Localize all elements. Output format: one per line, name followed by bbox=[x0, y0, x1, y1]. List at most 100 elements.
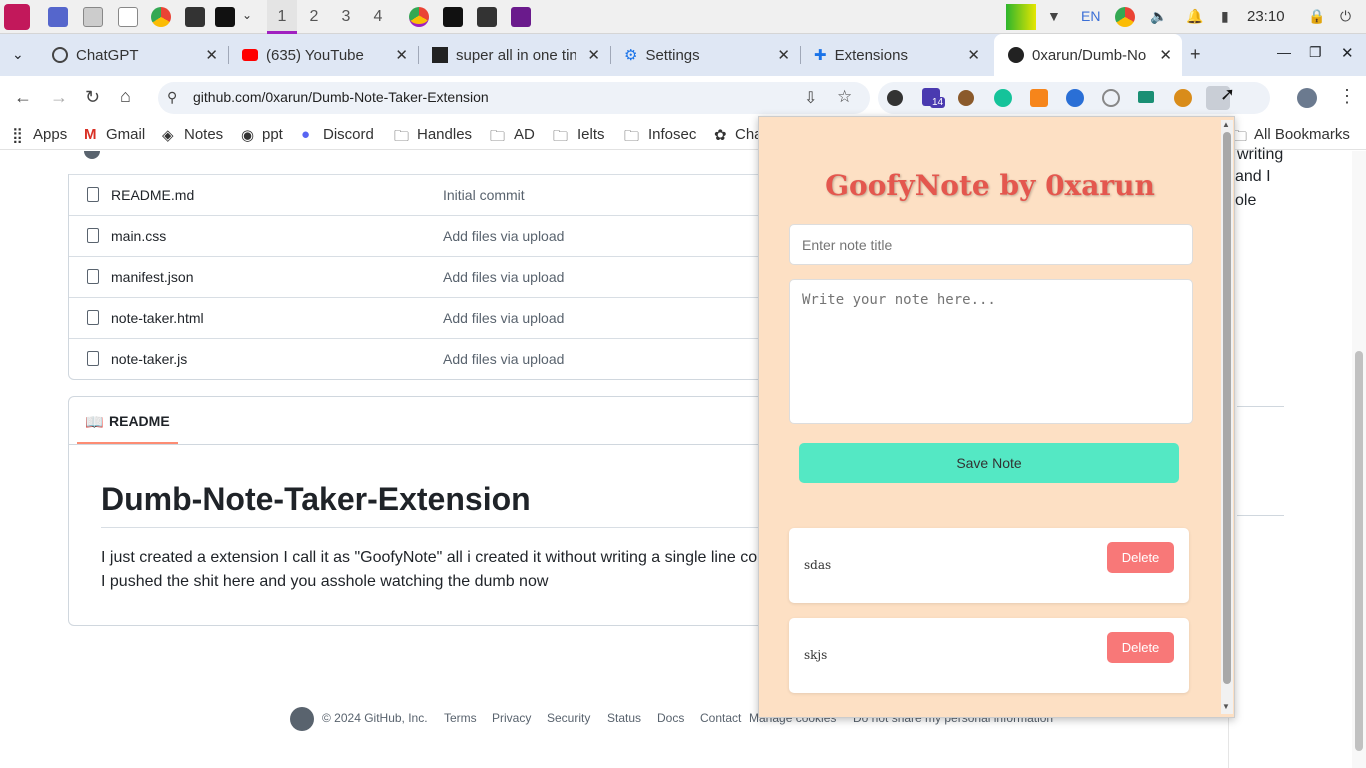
close-icon[interactable]: ✕ bbox=[1159, 46, 1172, 64]
close-icon[interactable]: ✕ bbox=[967, 46, 980, 64]
lock-icon[interactable]: 🔒 bbox=[1308, 8, 1325, 25]
workspace-2[interactable]: 2 bbox=[299, 0, 329, 34]
new-tab-icon[interactable]: + bbox=[1190, 44, 1201, 65]
mail-icon[interactable] bbox=[1138, 91, 1154, 103]
kali-menu-icon[interactable] bbox=[4, 4, 30, 30]
close-icon[interactable]: ✕ bbox=[587, 46, 600, 64]
avatar[interactable] bbox=[1297, 88, 1317, 108]
footer-link-status[interactable]: Status bbox=[607, 711, 641, 725]
bell-icon[interactable]: 🔔 bbox=[1186, 8, 1203, 25]
wifi-icon[interactable]: ▼ bbox=[1047, 8, 1061, 24]
page-scrollbar[interactable] bbox=[1352, 151, 1366, 768]
scroll-up-icon[interactable]: ▲ bbox=[1222, 120, 1230, 129]
cookie-icon[interactable] bbox=[958, 90, 974, 106]
bookmark-ielts[interactable]: Ielts bbox=[577, 126, 605, 143]
tab-settings[interactable]: ⚙ Settings ✕ bbox=[610, 34, 800, 76]
delete-button[interactable]: Delete bbox=[1107, 632, 1174, 663]
volume-icon[interactable]: 🔈 bbox=[1150, 8, 1167, 25]
file-name[interactable]: manifest.json bbox=[111, 269, 193, 285]
home-icon[interactable]: ⌂ bbox=[120, 86, 131, 107]
file-name[interactable]: README.md bbox=[111, 187, 194, 203]
footer-link-contact[interactable]: Contact bbox=[700, 711, 741, 725]
tab-extensions[interactable]: ✚ Extensions ✕ bbox=[800, 34, 990, 76]
globe-icon[interactable] bbox=[1102, 89, 1120, 107]
bookmark-ad[interactable]: AD bbox=[514, 126, 535, 143]
extension-icon[interactable]: 14 bbox=[922, 88, 946, 108]
chevron-down-icon[interactable]: ⌄ bbox=[242, 8, 252, 22]
commit-message[interactable]: Add files via upload bbox=[443, 310, 564, 326]
site-info-icon[interactable]: ⚲ bbox=[167, 89, 177, 106]
workspace-1[interactable]: 1 bbox=[267, 0, 297, 34]
extension-icon[interactable] bbox=[1174, 89, 1192, 107]
bookmark-discord[interactable]: Discord bbox=[323, 126, 374, 143]
maximize-icon[interactable]: ❐ bbox=[1309, 44, 1322, 61]
tab-chatgpt[interactable]: ChatGPT ✕ bbox=[38, 34, 228, 76]
chrome-window-icon[interactable] bbox=[409, 7, 429, 27]
readme-tab[interactable]: README bbox=[109, 413, 170, 429]
delete-button[interactable]: Delete bbox=[1107, 542, 1174, 573]
note-title-input[interactable] bbox=[789, 224, 1193, 265]
close-window-icon[interactable]: ✕ bbox=[1341, 44, 1354, 62]
bookmark-all[interactable]: All Bookmarks bbox=[1254, 126, 1350, 143]
file-name[interactable]: main.css bbox=[111, 228, 166, 244]
close-icon[interactable]: ✕ bbox=[205, 46, 218, 64]
install-app-icon[interactable]: ⇩ bbox=[804, 88, 817, 108]
commit-message[interactable]: Initial commit bbox=[443, 187, 525, 203]
forward-icon[interactable]: → bbox=[50, 87, 68, 108]
back-icon[interactable]: ← bbox=[14, 87, 32, 108]
tab-super-all-in-one[interactable]: super all in one tin ✕ bbox=[418, 34, 610, 76]
power-icon[interactable]: ⏻ bbox=[1340, 8, 1351, 25]
terminal-window-icon[interactable] bbox=[443, 7, 463, 27]
extension-icon[interactable] bbox=[1066, 89, 1084, 107]
app-window-icon[interactable] bbox=[511, 7, 531, 27]
extension-icon[interactable] bbox=[887, 90, 903, 106]
bookmark-star-icon[interactable]: ☆ bbox=[837, 87, 852, 107]
close-icon[interactable]: ✕ bbox=[395, 46, 408, 64]
close-icon[interactable]: ✕ bbox=[777, 46, 790, 64]
popup-scrollbar[interactable]: ▲ ▼ bbox=[1221, 120, 1233, 714]
chrome-launcher-icon[interactable] bbox=[151, 7, 171, 27]
grammarly-icon[interactable] bbox=[994, 89, 1012, 107]
commit-message[interactable]: Add files via upload bbox=[443, 228, 564, 244]
chrome-tray-icon[interactable] bbox=[1115, 7, 1135, 27]
battery-icon[interactable]: ▮ bbox=[1221, 8, 1229, 25]
footer-link-terms[interactable]: Terms bbox=[444, 711, 477, 725]
file-name[interactable]: note-taker.js bbox=[111, 351, 187, 367]
metamask-icon[interactable] bbox=[1030, 89, 1048, 107]
bookmark-infosec[interactable]: Infosec bbox=[648, 126, 696, 143]
scrollbar-thumb[interactable] bbox=[1223, 132, 1231, 684]
file-row[interactable]: note-taker.html Add files via upload bbox=[69, 297, 769, 338]
more-menu-icon[interactable]: ⋮ bbox=[1338, 86, 1356, 107]
file-row[interactable]: README.md Initial commit bbox=[69, 174, 769, 215]
save-note-button[interactable]: Save Note bbox=[799, 443, 1179, 483]
sublime-window-icon[interactable] bbox=[477, 7, 497, 27]
text-editor-icon[interactable] bbox=[118, 7, 138, 27]
workspace-3[interactable]: 3 bbox=[331, 0, 361, 34]
bookmark-ppt[interactable]: ppt bbox=[262, 126, 283, 143]
bookmark-handles[interactable]: Handles bbox=[417, 126, 472, 143]
github-logo-icon[interactable] bbox=[290, 707, 314, 731]
workspace-4[interactable]: 4 bbox=[363, 0, 393, 34]
bookmark-apps[interactable]: Apps bbox=[33, 126, 67, 143]
clock[interactable]: 23:10 bbox=[1247, 8, 1285, 25]
footer-link-privacy[interactable]: Privacy bbox=[492, 711, 531, 725]
commit-message[interactable]: Add files via upload bbox=[443, 351, 564, 367]
language-indicator[interactable]: EN bbox=[1081, 8, 1100, 24]
file-row[interactable]: manifest.json Add files via upload bbox=[69, 256, 769, 297]
desktop-icon[interactable] bbox=[48, 7, 68, 27]
file-row[interactable]: note-taker.js Add files via upload bbox=[69, 338, 769, 379]
footer-link-security[interactable]: Security bbox=[547, 711, 590, 725]
minimize-icon[interactable]: — bbox=[1277, 44, 1291, 60]
sublime-launcher-icon[interactable] bbox=[185, 7, 205, 27]
footer-link-docs[interactable]: Docs bbox=[657, 711, 684, 725]
file-manager-icon[interactable] bbox=[83, 7, 103, 27]
note-body-textarea[interactable] bbox=[789, 279, 1193, 424]
scrollbar-thumb[interactable] bbox=[1355, 351, 1363, 751]
bookmark-gmail[interactable]: Gmail bbox=[106, 126, 145, 143]
file-name[interactable]: note-taker.html bbox=[111, 310, 204, 326]
tab-github[interactable]: 0xarun/Dumb-No ✕ bbox=[994, 34, 1182, 76]
tab-search-icon[interactable]: ⌄ bbox=[12, 46, 24, 63]
commit-message[interactable]: Add files via upload bbox=[443, 269, 564, 285]
address-bar[interactable]: ⚲ github.com/0xarun/Dumb-Note-Taker-Exte… bbox=[158, 82, 870, 114]
bookmark-notes[interactable]: Notes bbox=[184, 126, 223, 143]
